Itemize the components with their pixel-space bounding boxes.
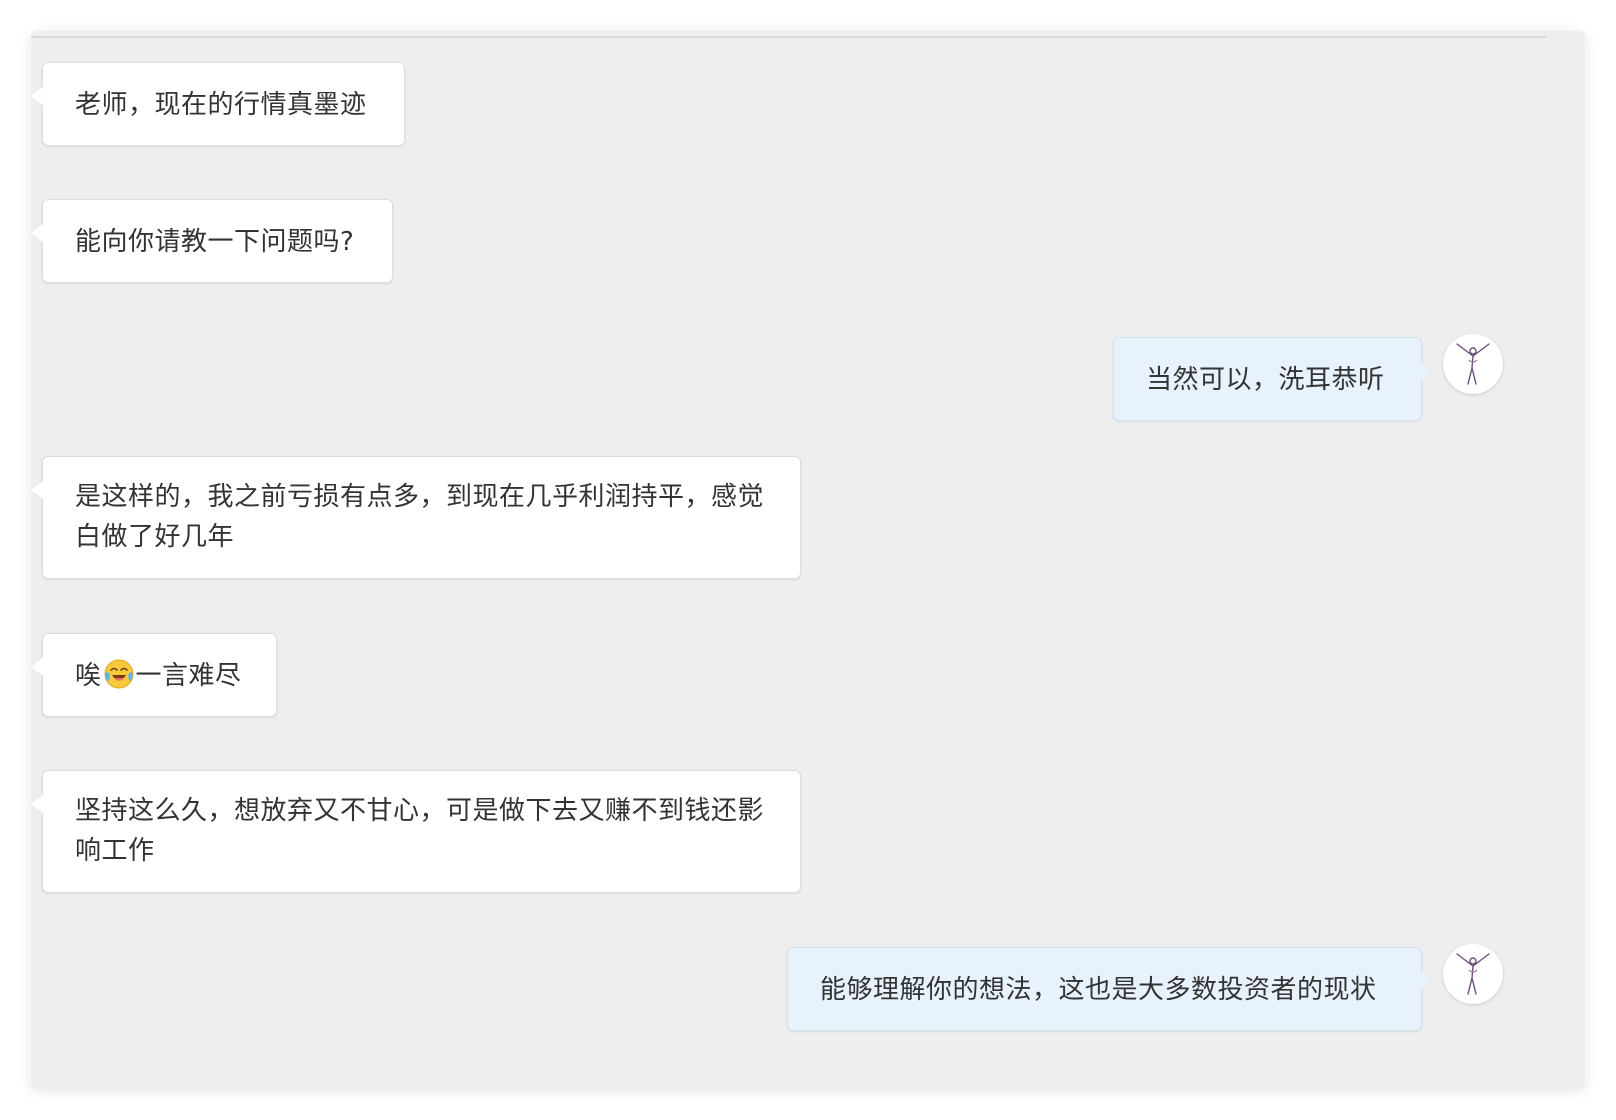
laughing-crying-emoji-icon xyxy=(103,658,135,690)
message-bubble-incoming[interactable]: 唉 一言难尽 xyxy=(31,633,277,717)
dancer-figure-avatar-icon xyxy=(1456,343,1490,385)
message-bubble-incoming[interactable]: 是这样的，我之前亏损有点多，到现在几乎利润持平，感觉白做了好几年 xyxy=(31,456,801,579)
avatar[interactable] xyxy=(1443,334,1503,394)
message-text: 能够理解你的想法，这也是大多数投资者的现状 xyxy=(820,975,1377,1005)
message-text: 能向你请教一下问题吗? xyxy=(75,227,355,257)
message-text: 是这样的，我之前亏损有点多，到现在几乎利润持平，感觉白做了好几年 xyxy=(75,482,765,552)
avatar[interactable] xyxy=(1443,944,1503,1004)
message-bubble-outgoing[interactable]: 当然可以，洗耳恭听 xyxy=(1113,337,1433,421)
message-bubble-incoming[interactable]: 能向你请教一下问题吗? xyxy=(31,199,393,283)
dancer-figure-avatar-icon xyxy=(1456,953,1490,995)
message-text-before: 唉 xyxy=(75,661,102,691)
message-text-after: 一言难尽 xyxy=(135,661,242,691)
message-text: 老师，现在的行情真墨迹 xyxy=(75,90,367,120)
message-text: 当然可以，洗耳恭听 xyxy=(1146,365,1385,395)
message-bubble-incoming[interactable]: 坚持这么久，想放弃又不甘心，可是做下去又赚不到钱还影响工作 xyxy=(31,770,801,893)
top-divider xyxy=(31,36,1546,38)
message-bubble-outgoing[interactable]: 能够理解你的想法，这也是大多数投资者的现状 xyxy=(787,947,1433,1031)
message-bubble-incoming[interactable]: 老师，现在的行情真墨迹 xyxy=(31,62,405,146)
chat-panel: 老师，现在的行情真墨迹 能向你请教一下问题吗? 当然可以，洗耳恭听 是这样的，我… xyxy=(31,31,1585,1089)
message-text: 坚持这么久，想放弃又不甘心，可是做下去又赚不到钱还影响工作 xyxy=(75,796,765,866)
